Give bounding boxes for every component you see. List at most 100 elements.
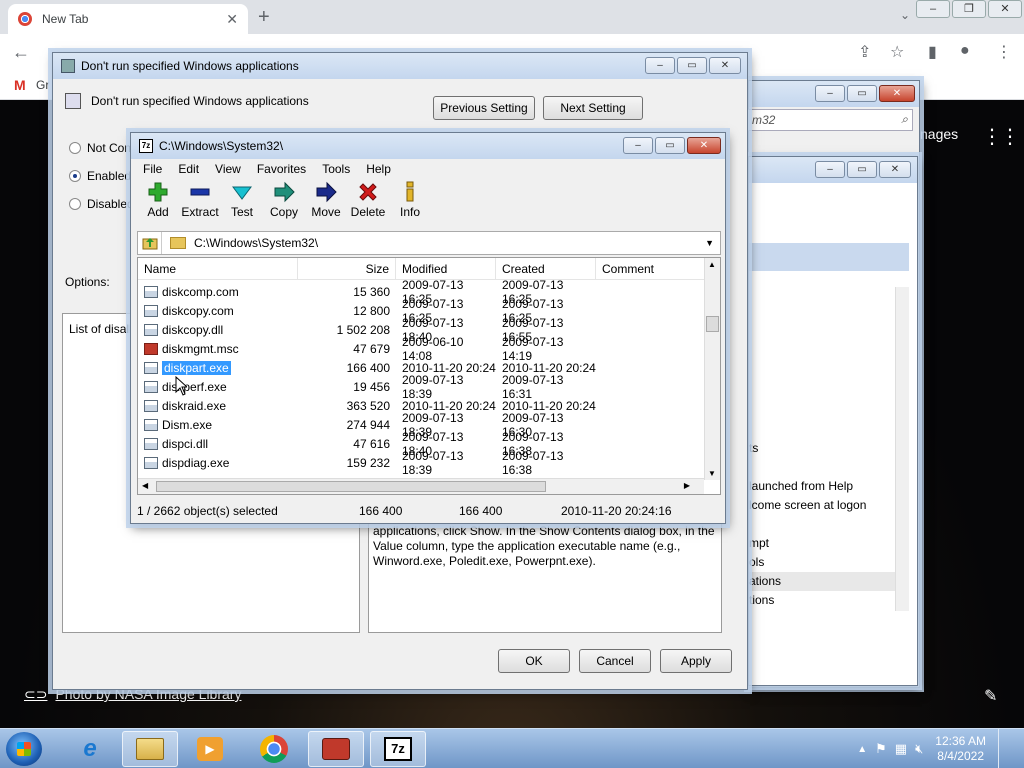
folder-up-icon[interactable] — [138, 232, 162, 254]
previous-setting-button[interactable]: Previous Setting — [433, 96, 535, 120]
policy-name: Don't run specified Windows applications — [91, 94, 309, 108]
taskbar-chrome[interactable] — [246, 731, 302, 767]
restore-icon[interactable]: ❐ — [952, 0, 986, 18]
ok-button[interactable]: OK — [498, 649, 570, 673]
move-button[interactable]: Move — [305, 181, 347, 219]
radio-disabled[interactable]: Disabled — [69, 197, 134, 211]
taskbar-internet-explorer[interactable]: e — [62, 731, 118, 767]
volume-muted-icon[interactable]: 🔇︎ — [915, 741, 923, 757]
menu-view[interactable]: View — [215, 162, 241, 176]
show-hidden-icons[interactable]: ▲ — [857, 744, 867, 755]
share-icon[interactable]: ⇪ — [858, 42, 871, 62]
minimize-icon[interactable]: – — [645, 57, 675, 74]
list-item[interactable]: lcome screen at logon — [749, 496, 909, 515]
delete-button[interactable]: Delete — [347, 181, 389, 219]
apps-grid-icon[interactable]: ⋮⋮⋮ — [982, 124, 1024, 149]
cell-name: diskcopy.com — [138, 304, 298, 318]
menu-kebab-icon[interactable]: ⋮ — [996, 42, 1012, 62]
minimize-icon[interactable]: – — [916, 0, 950, 18]
network-icon[interactable]: ▦ — [895, 741, 907, 757]
vertical-scrollbar[interactable] — [895, 287, 909, 611]
customize-pencil-icon[interactable]: ✎ — [984, 686, 997, 706]
scroll-thumb[interactable] — [156, 481, 546, 492]
new-tab-button[interactable]: + — [258, 6, 270, 29]
status-selected-count: 1 / 2662 object(s) selected — [137, 504, 278, 518]
action-center-flag-icon[interactable]: ⚑ — [875, 741, 887, 757]
back-arrow-icon[interactable]: ← — [12, 42, 30, 63]
taskbar-group-policy[interactable] — [308, 731, 364, 767]
side-panel-icon[interactable]: ▮ — [928, 42, 937, 62]
tool-label: Extract — [181, 205, 219, 219]
cancel-button[interactable]: Cancel — [579, 649, 651, 673]
menu-bar: File Edit View Favorites Tools Help — [135, 159, 721, 179]
show-desktop-button[interactable] — [998, 729, 1012, 768]
minimize-icon[interactable]: – — [815, 161, 845, 178]
chrome-tab-new-tab[interactable]: New Tab ✕ — [8, 4, 248, 34]
add-button[interactable]: Add — [137, 181, 179, 219]
maximize-icon[interactable]: ▭ — [847, 85, 877, 102]
move-arrow-icon — [316, 181, 337, 203]
list-item[interactable]: ations — [749, 572, 909, 591]
column-size[interactable]: Size — [298, 258, 396, 280]
info-button[interactable]: Info — [389, 181, 431, 219]
bookmark-star-icon[interactable]: ☆ — [890, 42, 904, 62]
folder-icon — [170, 237, 186, 249]
list-item[interactable]: tions — [749, 591, 909, 610]
apply-button[interactable]: Apply — [660, 649, 732, 673]
menu-tools[interactable]: Tools — [322, 162, 350, 176]
list-item[interactable]: mpt — [749, 534, 909, 553]
address-bar[interactable]: C:\Windows\System32\ ▼ — [137, 231, 721, 255]
cell-size: 12 800 — [353, 303, 390, 318]
chrome-icon — [260, 735, 288, 763]
profile-icon[interactable]: ● — [960, 42, 970, 60]
test-button[interactable]: Test — [221, 181, 263, 219]
list-item[interactable]: ols — [749, 553, 909, 572]
horizontal-scrollbar[interactable]: ◀ ▶ — [138, 478, 704, 494]
menu-favorites[interactable]: Favorites — [257, 162, 306, 176]
gmail-icon[interactable]: M — [14, 77, 26, 93]
scroll-right-icon[interactable]: ▶ — [684, 481, 690, 490]
minimize-icon[interactable]: – — [815, 85, 845, 102]
bookmark-gmail[interactable]: Gr — [36, 78, 49, 92]
tab-search-icon[interactable]: ⌄ — [900, 8, 910, 22]
vertical-scrollbar[interactable]: ▲ ▼ — [704, 258, 720, 480]
chevron-down-icon[interactable]: ▼ — [705, 238, 714, 248]
table-row[interactable]: diskmgmt.msc 47 679 2009-06-10 14:08 2009-0… — [138, 335, 704, 363]
scroll-left-icon[interactable]: ◀ — [142, 481, 148, 490]
maximize-icon[interactable]: ▭ — [847, 161, 877, 178]
scroll-down-icon[interactable]: ▼ — [708, 469, 716, 478]
close-tab-icon[interactable]: ✕ — [226, 11, 238, 28]
close-icon[interactable]: ✕ — [879, 161, 911, 178]
maximize-icon[interactable]: ▭ — [655, 137, 685, 154]
close-icon[interactable]: ✕ — [988, 0, 1022, 18]
scroll-thumb[interactable] — [706, 316, 719, 332]
list-item[interactable]: launched from Help — [749, 477, 909, 496]
close-icon[interactable]: ✕ — [687, 137, 721, 154]
start-button[interactable] — [6, 732, 42, 766]
column-comment[interactable]: Comment — [596, 258, 704, 280]
list-item[interactable]: ts — [749, 439, 909, 458]
maximize-icon[interactable]: ▭ — [677, 57, 707, 74]
menu-help[interactable]: Help — [366, 162, 391, 176]
menu-file[interactable]: File — [143, 162, 162, 176]
search-box[interactable]: m32 ⌕ — [747, 109, 913, 131]
table-row[interactable]: dispdiag.exe 159 232 2009-07-13 18:39 2009-… — [138, 449, 704, 477]
clock[interactable]: 12:36 AM 8/4/2022 — [931, 734, 990, 764]
next-setting-button[interactable]: Next Setting — [543, 96, 643, 120]
search-text: m32 — [752, 113, 776, 127]
table-row[interactable]: diskperf.exe 19 456 2009-07-13 18:39 2009-0… — [138, 373, 704, 401]
taskbar-7zip[interactable]: 7z — [370, 731, 426, 767]
images-link[interactable]: nages — [920, 126, 958, 142]
extract-button[interactable]: Extract — [179, 181, 221, 219]
radio-enabled[interactable]: Enabled — [69, 169, 131, 183]
close-icon[interactable]: ✕ — [879, 85, 915, 102]
radio-not-configured[interactable]: Not Con — [69, 141, 131, 155]
scroll-up-icon[interactable]: ▲ — [708, 260, 716, 269]
menu-edit[interactable]: Edit — [178, 162, 199, 176]
taskbar-file-explorer[interactable] — [122, 731, 178, 767]
taskbar-media-player[interactable]: ▶ — [182, 731, 238, 767]
column-name[interactable]: Name — [138, 258, 298, 280]
copy-button[interactable]: Copy — [263, 181, 305, 219]
close-icon[interactable]: ✕ — [709, 57, 741, 74]
minimize-icon[interactable]: – — [623, 137, 653, 154]
